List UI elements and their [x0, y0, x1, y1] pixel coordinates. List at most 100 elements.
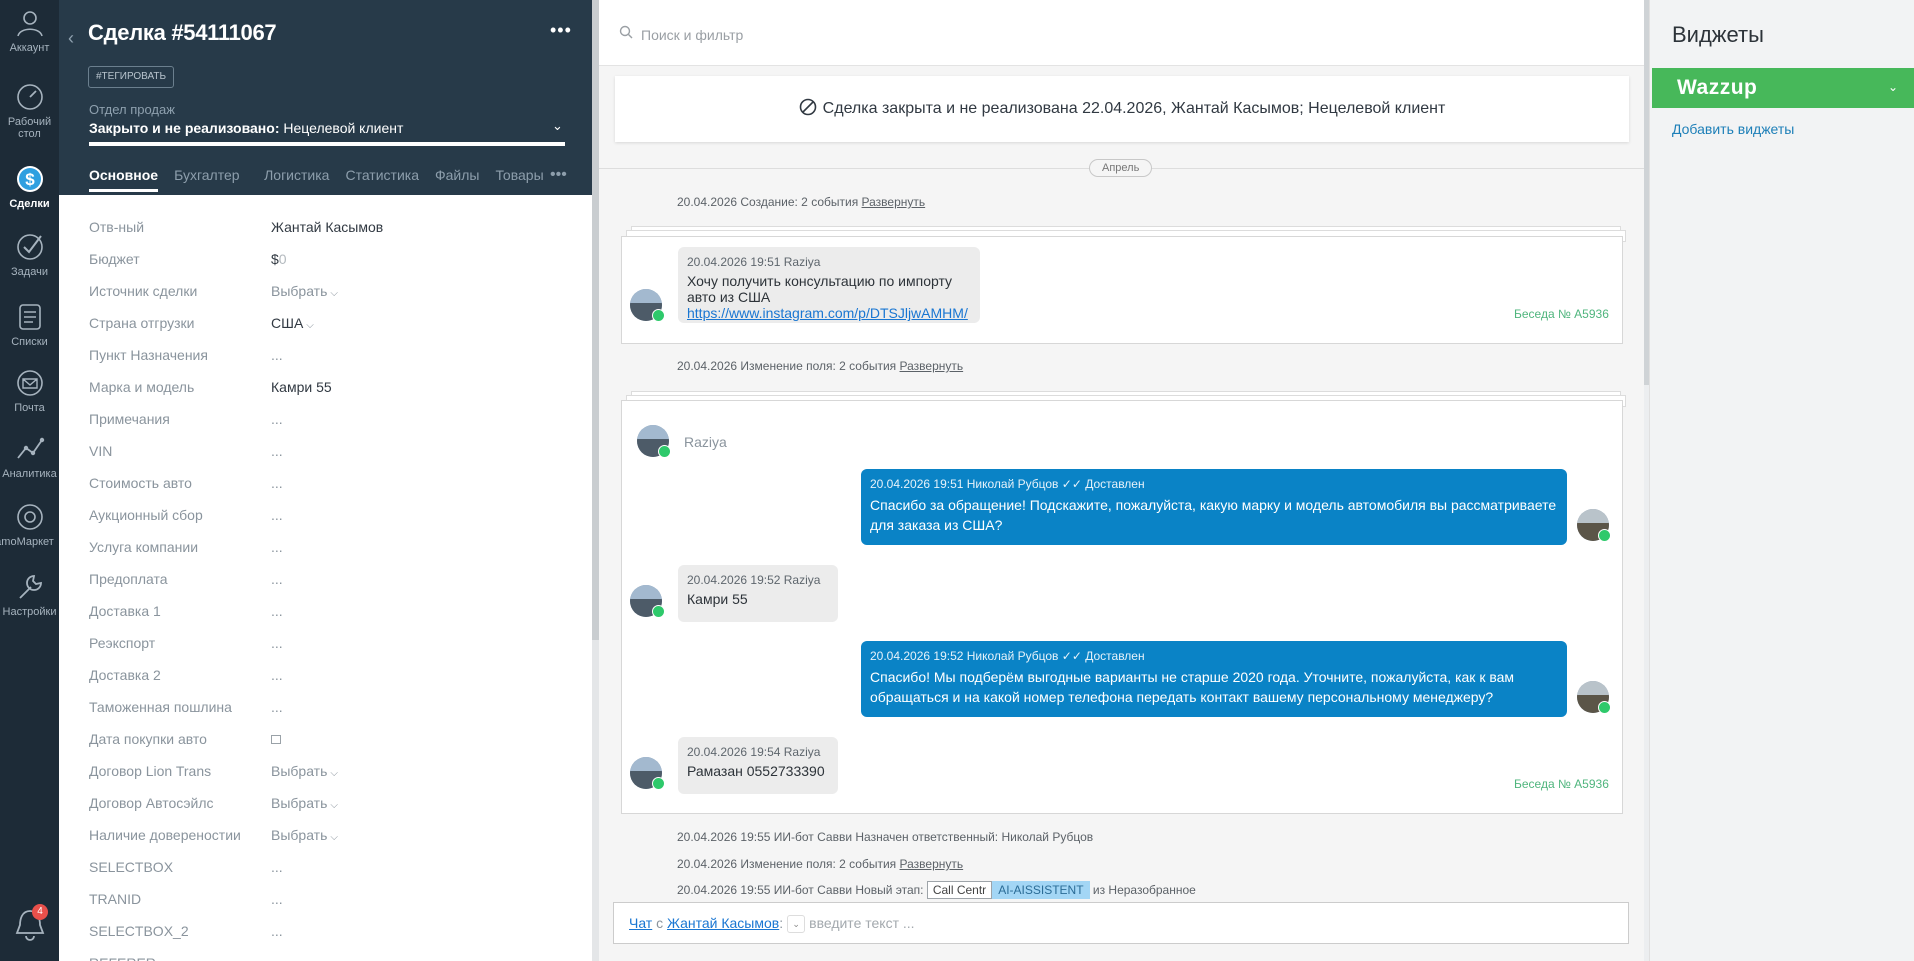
chat-input-box[interactable]: Чат с Жантай Касымов: ⌄ введите текст ... — [613, 902, 1629, 944]
pipeline-status-select[interactable]: Закрыто и не реализовано: Нецелевой клие… — [89, 120, 403, 136]
field-value[interactable]: Выбрать ⌵ — [271, 283, 338, 299]
chat-input-placeholder[interactable]: введите текст ... — [809, 915, 914, 931]
nav-item-market[interactable]: amoМаркет — [0, 502, 59, 548]
field-value[interactable]: ... — [271, 699, 283, 715]
field-value[interactable]: ... — [271, 507, 283, 523]
conversation-number[interactable]: Беседа № A5936 — [1514, 777, 1609, 791]
nav-item-dashboard[interactable]: Рабочий стол — [0, 82, 59, 140]
deal-title[interactable]: Сделка #54111067 — [88, 20, 277, 46]
field-label: SELECTBOX — [89, 859, 174, 875]
chat-line: Чат с Жантай Касымов: ⌄ введите текст ... — [629, 915, 915, 933]
message-link[interactable]: https://www.instagram.com/p/DTSJljwAMHM/ — [687, 305, 968, 321]
deal-closed-notice: Сделка закрыта и не реализована 22.04.20… — [615, 76, 1629, 142]
calendar-icon[interactable] — [271, 735, 281, 744]
nav-item-lists[interactable]: Списки — [0, 302, 59, 348]
field-row: Отв-ный Жантай Касымов — [89, 219, 569, 251]
chat-type-link[interactable]: Чат — [629, 915, 652, 931]
search-placeholder: Поиск и фильтр — [641, 27, 744, 43]
chevron-down-icon[interactable]: ⌵ — [330, 768, 338, 779]
nav-label: Списки — [11, 336, 48, 348]
field-value[interactable]: ... — [271, 923, 283, 939]
field-label: Доставка 2 — [89, 667, 161, 683]
field-label: Стоимость авто — [89, 475, 192, 491]
field-row: TRANID... — [89, 891, 569, 923]
chevron-down-icon[interactable]: ⌵ — [330, 800, 338, 811]
field-value[interactable]: Выбрать ⌵ — [271, 827, 338, 843]
nav-item-settings[interactable]: Настройки — [0, 572, 59, 618]
nav-item-tasks[interactable]: Задачи — [0, 232, 59, 278]
field-label: Доставка 1 — [89, 603, 161, 619]
fields-scrollbar[interactable] — [592, 0, 599, 961]
delivery-status: Доставлен — [1085, 477, 1145, 491]
tab-main[interactable]: Основное — [89, 167, 159, 192]
tab-accounting[interactable]: Бухгалтер — [174, 167, 248, 189]
feed-event-stage: 20.04.2026 19:55 ИИ-бот Савви Новый этап… — [677, 881, 1196, 899]
field-value[interactable]: Выбрать ⌵ — [271, 795, 338, 811]
tag-button[interactable]: #ТЕГИРОВАТЬ — [88, 66, 175, 88]
lists-icon — [18, 304, 41, 330]
field-value[interactable]: США ⌵ — [271, 315, 314, 331]
field-value[interactable]: ... — [271, 411, 283, 427]
message-text: Спасибо за обращение! Подскажите, пожалу… — [870, 497, 1557, 533]
chevron-down-icon[interactable]: ⌄ — [787, 915, 806, 933]
chevron-down-icon[interactable]: ⌵ — [330, 288, 338, 299]
nav-label: Почта — [14, 402, 45, 414]
field-value[interactable]: ... — [271, 347, 283, 363]
pipeline-progress-bar — [89, 142, 565, 146]
feed-event-field-change: 20.04.2026 Изменение поля: 2 события Раз… — [677, 359, 963, 373]
tab-files[interactable]: Файлы — [435, 167, 479, 189]
field-value[interactable]: ... — [271, 603, 283, 619]
field-label: Отв-ный — [89, 219, 145, 235]
field-value[interactable]: $0 — [271, 251, 287, 267]
incoming-message: 20.04.2026 19:51 Raziya Хочу получить ко… — [678, 247, 980, 323]
field-row: VIN... — [89, 443, 569, 475]
tabs-more-button[interactable]: ••• — [550, 166, 567, 184]
tab-statistics[interactable]: Статистика — [345, 167, 419, 189]
nav-item-mail[interactable]: Почта — [0, 368, 59, 414]
chevron-down-icon[interactable]: ⌄ — [552, 118, 563, 134]
field-value[interactable]: ... — [271, 539, 283, 555]
event-text: из Неразобранное — [1089, 883, 1196, 897]
field-value[interactable]: Камри 55 — [271, 379, 332, 395]
scrollbar-thumb[interactable] — [592, 0, 599, 640]
search-bar[interactable]: Поиск и фильтр — [599, 0, 1647, 66]
tasks-icon — [16, 234, 43, 260]
nav-item-deals[interactable]: $ Сделки — [0, 164, 59, 210]
nav-item-analytics[interactable]: Аналитика — [0, 434, 59, 480]
wazzup-widget[interactable]: Wazzup ⌄ — [1652, 68, 1914, 108]
deal-more-button[interactable]: ••• — [550, 20, 572, 41]
field-value[interactable]: ... — [271, 667, 283, 683]
whatsapp-icon — [658, 445, 671, 458]
field-row: Услуга компании... — [89, 539, 569, 571]
field-value[interactable]: ... — [271, 891, 283, 907]
chevron-down-icon[interactable]: ⌵ — [330, 832, 338, 843]
field-value[interactable]: ... — [271, 443, 283, 459]
nav-item-account[interactable]: Аккаунт — [0, 8, 59, 54]
tab-logistics[interactable]: Логистика — [264, 167, 329, 189]
field-row: Реэкспорт... — [89, 635, 569, 667]
tab-products[interactable]: Товары — [495, 167, 543, 189]
event-text: 20.04.2026 Создание: 2 события — [677, 195, 862, 209]
field-value[interactable]: ... — [271, 475, 283, 491]
field-value[interactable]: ... — [271, 571, 283, 587]
field-value[interactable] — [271, 731, 281, 747]
expand-link[interactable]: Развернуть — [900, 359, 964, 373]
field-value[interactable]: ... — [271, 635, 283, 651]
expand-link[interactable]: Развернуть — [862, 195, 926, 209]
conversation-number[interactable]: Беседа № A5936 — [1514, 307, 1609, 321]
chat-recipient-link[interactable]: Жантай Касымов — [667, 915, 779, 931]
field-value[interactable]: Жантай Касымов — [271, 219, 383, 235]
message-meta: 20.04.2026 19:51 Николай Рубцов ✓✓ Доста… — [870, 477, 1145, 491]
analytics-icon — [16, 437, 44, 459]
expand-link[interactable]: Развернуть — [900, 857, 964, 871]
field-value[interactable]: ... — [271, 859, 283, 875]
chevron-down-icon[interactable]: ⌄ — [1888, 80, 1898, 94]
chevron-down-icon[interactable]: ⌵ — [306, 320, 314, 331]
message-text: Хочу получить консультацию по импорту ав… — [687, 273, 953, 305]
field-row: Доставка 1... — [89, 603, 569, 635]
double-check-icon: ✓✓ — [1061, 649, 1082, 663]
back-chevron-icon[interactable]: ‹ — [68, 28, 74, 49]
add-widgets-link[interactable]: Добавить виджеты — [1672, 121, 1794, 137]
feed-event-field-change: 20.04.2026 Изменение поля: 2 события Раз… — [677, 857, 963, 871]
field-value[interactable]: Выбрать ⌵ — [271, 763, 338, 779]
